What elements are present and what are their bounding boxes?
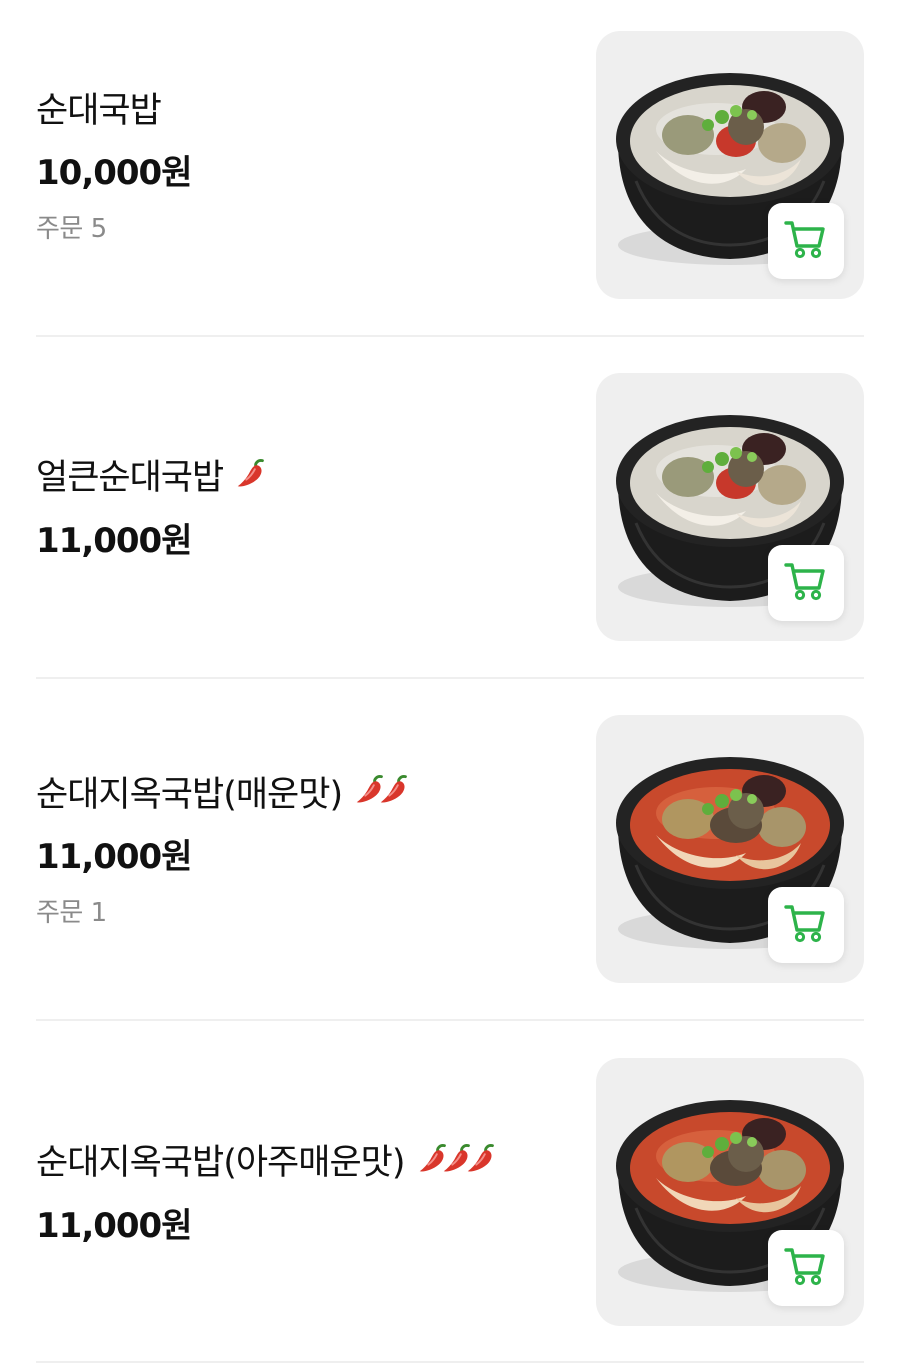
menu-item-info: 순대지옥국밥(매운맛) 11,000원 주문 1 bbox=[36, 715, 576, 983]
menu-item-info: 순대지옥국밥(아주매운맛) 11,000원 bbox=[36, 1058, 576, 1326]
menu-item-hell-gukbap-very-spicy[interactable]: 순대지옥국밥(아주매운맛) 11,000원 bbox=[36, 1058, 864, 1326]
menu-item-order-count: 주문 1 bbox=[36, 898, 107, 928]
chili-pepper-icon bbox=[352, 770, 383, 812]
menu-item-price: 11,000원 bbox=[36, 1205, 192, 1246]
menu-item-hell-gukbap-spicy[interactable]: 순대지옥국밥(매운맛) 11,000원 주문 1 bbox=[36, 715, 864, 983]
menu-item-info: 순대국밥 10,000원 주문 5 bbox=[36, 31, 576, 299]
cart-icon bbox=[781, 1241, 831, 1295]
menu-item-image[interactable] bbox=[596, 715, 864, 983]
menu-item-name: 순대지옥국밥(매운맛) bbox=[36, 774, 343, 815]
chili-pepper-icon bbox=[233, 454, 265, 496]
chili-pepper-icon bbox=[415, 1139, 446, 1181]
menu-item-price: 11,000원 bbox=[36, 837, 192, 877]
spice-level bbox=[352, 770, 407, 812]
menu-item-image[interactable] bbox=[596, 373, 864, 641]
menu-item-info: 얼큰순대국밥 11,000원 bbox=[36, 373, 576, 641]
cart-icon bbox=[781, 214, 831, 268]
menu-item-order-count: 주문 5 bbox=[36, 214, 107, 244]
divider bbox=[36, 1019, 864, 1021]
menu-item-price: 11,000원 bbox=[36, 520, 192, 561]
cart-icon bbox=[781, 898, 831, 952]
menu-item-name: 얼큰순대국밥 bbox=[36, 458, 224, 498]
menu-item-name-row: 순대지옥국밥(매운맛) bbox=[36, 769, 576, 815]
menu-item-image[interactable] bbox=[596, 1058, 864, 1326]
chili-pepper-icon bbox=[439, 1139, 470, 1181]
menu-item-name-row: 순대국밥 bbox=[36, 85, 576, 131]
menu-item-name-row: 순대지옥국밥(아주매운맛) bbox=[36, 1138, 576, 1183]
menu-item-price: 10,000원 bbox=[36, 153, 192, 193]
add-to-cart-button[interactable] bbox=[768, 887, 844, 963]
menu-item-name: 순대지옥국밥(아주매운맛) bbox=[36, 1143, 406, 1183]
menu-item-image[interactable] bbox=[596, 31, 864, 299]
add-to-cart-button[interactable] bbox=[768, 203, 844, 279]
divider bbox=[36, 335, 864, 337]
menu-item-name: 순대국밥 bbox=[36, 90, 162, 131]
spice-level bbox=[233, 454, 265, 496]
add-to-cart-button[interactable] bbox=[768, 545, 844, 621]
cart-icon bbox=[781, 556, 831, 610]
chili-pepper-icon bbox=[463, 1139, 494, 1181]
spice-level bbox=[415, 1139, 494, 1181]
divider bbox=[36, 1361, 864, 1363]
menu-item-spicy-sundae-gukbap[interactable]: 얼큰순대국밥 11,000원 bbox=[36, 373, 864, 641]
divider bbox=[36, 677, 864, 679]
menu-item-name-row: 얼큰순대국밥 bbox=[36, 453, 576, 498]
add-to-cart-button[interactable] bbox=[768, 1230, 844, 1306]
chili-pepper-icon bbox=[376, 770, 407, 812]
menu-item-sundae-gukbap[interactable]: 순대국밥 10,000원 주문 5 bbox=[36, 31, 864, 299]
